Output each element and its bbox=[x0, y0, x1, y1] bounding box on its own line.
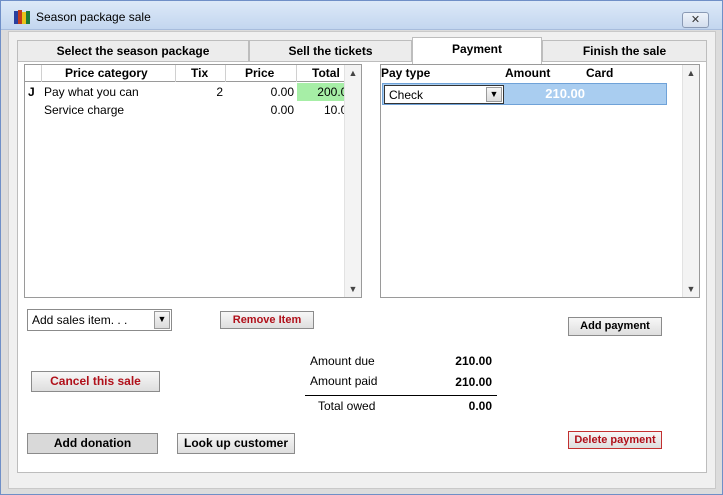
total-owed-value: 0.00 bbox=[468, 399, 492, 413]
amount-due-value: 210.00 bbox=[455, 354, 492, 368]
add-donation-button[interactable]: Add donation bbox=[27, 433, 158, 454]
tab-select-season-package[interactable]: Select the season package bbox=[17, 40, 249, 63]
season-package-window: Season package sale ✕ Select the season … bbox=[0, 0, 723, 495]
cell-price: 0.00 bbox=[270, 103, 294, 117]
sales-items-header: Price category Tix Price Total bbox=[25, 65, 345, 82]
scroll-down-icon[interactable]: ▼ bbox=[345, 281, 361, 297]
col-tix: Tix bbox=[191, 66, 209, 80]
scroll-up-icon[interactable]: ▲ bbox=[683, 65, 699, 81]
total-owed-label: Total owed bbox=[318, 399, 376, 413]
amount-paid-value: 210.00 bbox=[455, 375, 492, 389]
cancel-sale-button[interactable]: Cancel this sale bbox=[31, 371, 160, 392]
payment-panel: Price category Tix Price Total J Pay wha… bbox=[17, 61, 707, 473]
table-row[interactable]: Check ▼ 210.00 bbox=[382, 83, 667, 105]
cell-price-category: Service charge bbox=[44, 103, 125, 117]
chevron-down-icon[interactable]: ▼ bbox=[486, 87, 502, 102]
col-total: Total bbox=[312, 66, 340, 80]
pay-type-select[interactable]: Check ▼ bbox=[384, 85, 504, 104]
remove-item-button[interactable]: Remove Item bbox=[220, 311, 314, 329]
delete-payment-button[interactable]: Delete payment bbox=[568, 431, 662, 449]
tab-strip: Select the season package Sell the ticke… bbox=[17, 37, 707, 64]
table-row[interactable]: J Pay what you can 2 0.00 200.00 bbox=[25, 83, 355, 101]
add-payment-button[interactable]: Add payment bbox=[568, 317, 662, 336]
add-sales-item-value: Add sales item. . . bbox=[32, 313, 128, 327]
payments-scrollbar[interactable]: ▲ ▼ bbox=[682, 65, 699, 297]
chevron-down-icon[interactable]: ▼ bbox=[154, 311, 170, 329]
payment-amount: 210.00 bbox=[545, 86, 585, 101]
scroll-up-icon[interactable]: ▲ bbox=[345, 65, 361, 81]
col-amount: Amount bbox=[505, 66, 551, 80]
close-button[interactable]: ✕ bbox=[682, 12, 709, 28]
tab-sell-tickets[interactable]: Sell the tickets bbox=[249, 40, 412, 63]
cell-price: 0.00 bbox=[270, 85, 294, 99]
close-icon: ✕ bbox=[690, 14, 701, 26]
add-sales-item-select[interactable]: Add sales item. . . ▼ bbox=[27, 309, 172, 331]
amount-paid-label: Amount paid bbox=[310, 374, 378, 388]
books-icon bbox=[14, 10, 30, 24]
client-area: Select the season package Sell the ticke… bbox=[8, 31, 716, 489]
col-price-category: Price category bbox=[65, 66, 148, 80]
row-marker: J bbox=[28, 85, 35, 99]
window-title: Season package sale bbox=[36, 10, 151, 24]
col-card: Card bbox=[586, 66, 614, 80]
title-bar: Season package sale ✕ bbox=[1, 1, 722, 30]
table-row[interactable]: Service charge 0.00 10.00 bbox=[25, 101, 354, 119]
summary-divider bbox=[305, 395, 497, 396]
payments-header: Pay type Amount Card bbox=[381, 65, 683, 82]
tab-finish-sale[interactable]: Finish the sale bbox=[542, 40, 707, 63]
tab-payment[interactable]: Payment bbox=[412, 37, 542, 64]
sales-items-grid[interactable]: Price category Tix Price Total J Pay wha… bbox=[24, 64, 362, 298]
look-up-customer-button[interactable]: Look up customer bbox=[177, 433, 295, 454]
scroll-down-icon[interactable]: ▼ bbox=[683, 281, 699, 297]
cell-tix: 2 bbox=[216, 85, 223, 99]
col-pay-type: Pay type bbox=[381, 66, 431, 80]
sales-items-scrollbar[interactable]: ▲ ▼ bbox=[344, 65, 361, 297]
pay-type-value: Check bbox=[389, 88, 424, 102]
amount-due-label: Amount due bbox=[310, 354, 375, 368]
payments-grid[interactable]: Pay type Amount Card Check ▼ 210.00 ▲ ▼ bbox=[380, 64, 700, 298]
cell-price-category: Pay what you can bbox=[44, 85, 139, 99]
col-price: Price bbox=[245, 66, 275, 80]
